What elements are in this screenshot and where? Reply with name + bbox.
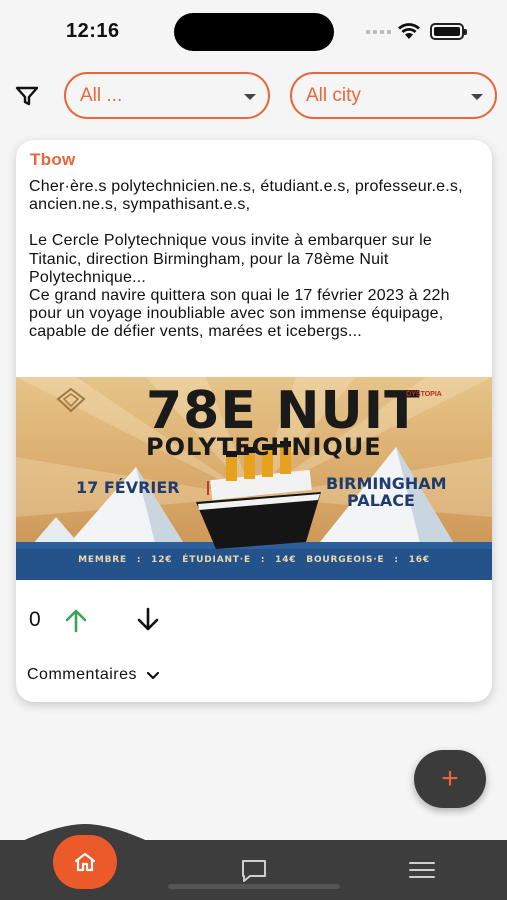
post-paragraph: Le Cercle Polytechnique vous invite à em… xyxy=(29,232,433,286)
post-body: Cher·ère.s polytechnicien.ne.s, étudiant… xyxy=(29,178,484,342)
home-indicator xyxy=(168,884,340,889)
poster-date: 17 FÉVRIER xyxy=(76,478,180,497)
arrow-down-icon[interactable] xyxy=(134,606,162,634)
category-select[interactable]: All ... xyxy=(64,72,270,119)
dropdown-caret-icon xyxy=(244,94,256,100)
home-icon xyxy=(74,852,96,872)
status-bar: 12:16 xyxy=(0,0,507,62)
poster-title: 78E NUIT xyxy=(146,381,421,441)
chat-icon[interactable] xyxy=(240,858,268,884)
poster-prices: MEMBRE : 12€ ÉTUDIANT·E : 14€ BOURGEOIS·… xyxy=(78,555,430,565)
add-post-button[interactable]: + xyxy=(414,750,486,808)
event-poster-image[interactable]: 78E NUIT POLYTECHNIQUE 17 FÉVRIER BIRMIN… xyxy=(16,377,492,580)
post-author[interactable]: Tbow xyxy=(30,150,76,170)
wifi-icon xyxy=(398,23,420,39)
filter-icon[interactable] xyxy=(14,84,40,108)
post-paragraph: Ce grand navire quittera son quai le 17 … xyxy=(29,287,450,341)
dropdown-caret-icon xyxy=(471,94,483,100)
poster-subtitle: POLYTECHNIQUE xyxy=(146,433,382,461)
battery-icon xyxy=(430,23,467,40)
arrow-up-icon[interactable] xyxy=(62,606,90,634)
post-paragraph: Cher·ère.s polytechnicien.ne.s, étudiant… xyxy=(29,178,463,214)
plus-icon: + xyxy=(441,762,459,795)
poster-sponsor: DYSTOPIA xyxy=(406,391,442,398)
status-time: 12:16 xyxy=(66,20,120,42)
vote-score: 0 xyxy=(29,608,41,631)
menu-icon[interactable] xyxy=(408,860,436,880)
nav-home-button[interactable] xyxy=(53,835,117,889)
category-select-value: All ... xyxy=(80,84,123,106)
city-select-value: All city xyxy=(306,84,361,106)
comments-toggle[interactable]: Commentaires xyxy=(27,666,161,684)
dynamic-island xyxy=(174,13,334,51)
chevron-down-icon xyxy=(146,671,160,680)
signal-icon xyxy=(366,30,391,34)
post-card: Tbow Cher·ère.s polytechnicien.ne.s, étu… xyxy=(16,140,492,702)
comments-label: Commentaires xyxy=(27,666,138,683)
city-select[interactable]: All city xyxy=(290,72,497,119)
poster-place: BIRMINGHAM PALACE xyxy=(326,474,447,510)
